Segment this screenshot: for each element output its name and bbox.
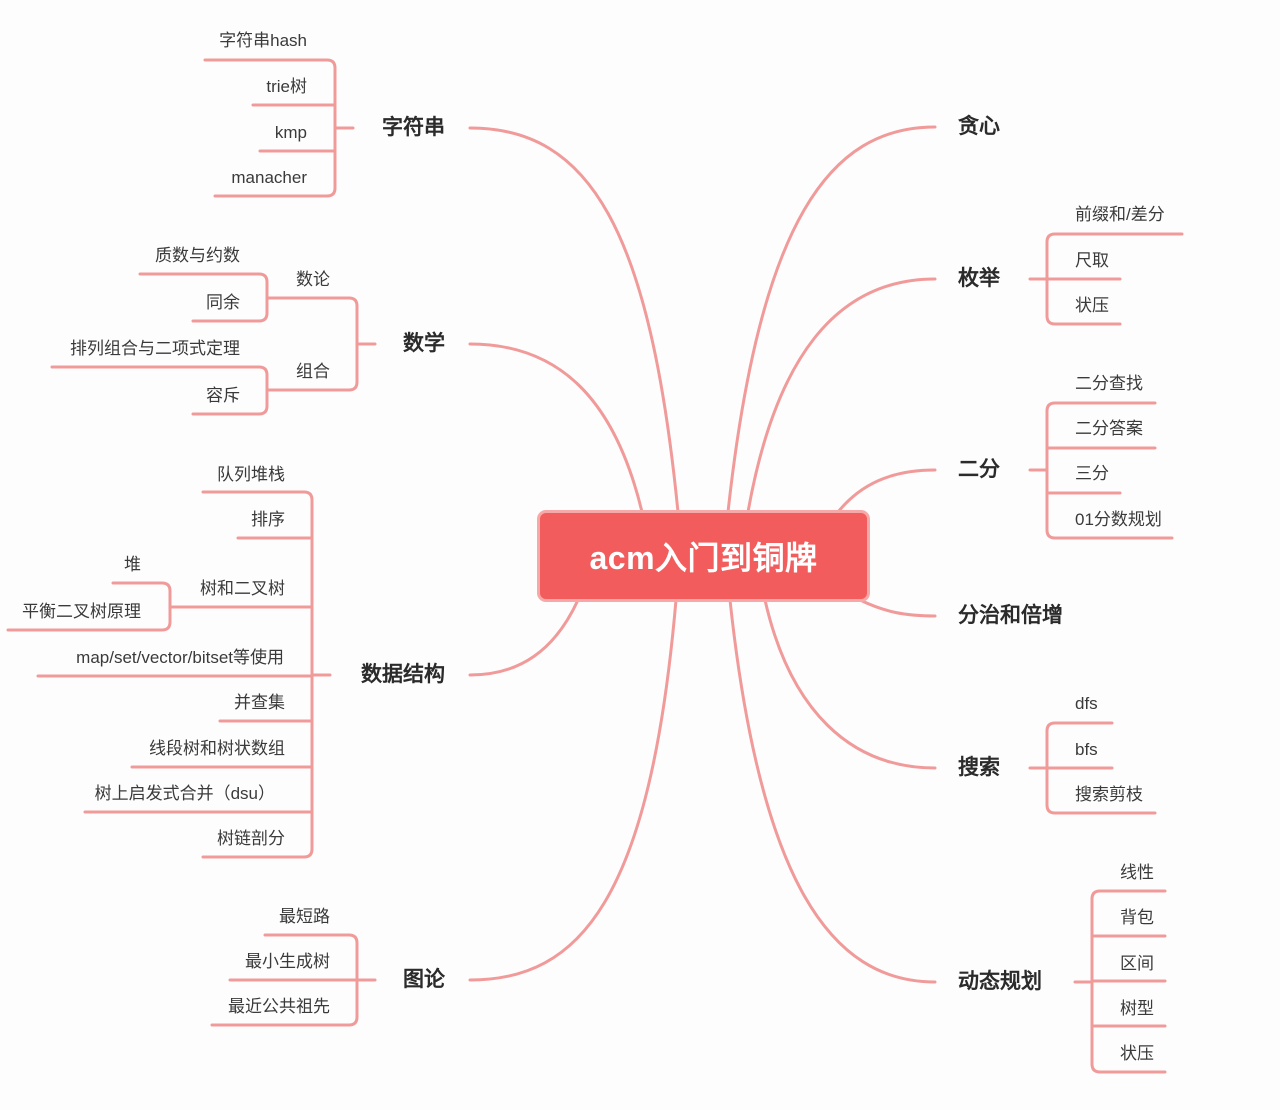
- leaf-dsu-on-tree: 树上启发式合并（dsu）: [94, 784, 275, 803]
- leaf-trie: trie树: [266, 77, 307, 96]
- leaf-heavy-light-decomposition: 树链剖分: [217, 829, 285, 848]
- leaf-two-pointers: 尺取: [1075, 251, 1109, 270]
- leaf-binary-answer: 二分答案: [1075, 419, 1143, 438]
- leaf-search-pruning: 搜索剪枝: [1075, 785, 1143, 804]
- leaf-interval-dp: 区间: [1120, 954, 1154, 973]
- subtopic-number-theory: 数论: [296, 270, 330, 289]
- leaf-sorting: 排序: [251, 510, 285, 529]
- main-topic-enumeration: 枚举: [958, 267, 1000, 290]
- mind-map: acm入门到铜牌 字符串 数学 数据结构 图论 字符串hash trie树 km…: [0, 0, 1280, 1110]
- leaf-knapsack: 背包: [1120, 908, 1154, 927]
- curve-binary-search: [836, 468, 937, 514]
- leaf-fractional-programming: 01分数规划: [1075, 510, 1162, 529]
- main-topic-data-structures: 数据结构: [361, 663, 445, 686]
- leaf-permutations-binomial: 排列组合与二项式定理: [70, 339, 240, 358]
- main-topic-divide-and-doubling: 分治和倍增: [958, 604, 1063, 627]
- leaf-union-find: 并查集: [234, 693, 285, 712]
- leaf-dfs: dfs: [1075, 694, 1098, 713]
- leaf-congruence: 同余: [206, 293, 240, 312]
- leaf-ternary-search: 三分: [1075, 464, 1109, 483]
- curve-data-structures: [468, 598, 580, 677]
- leaf-kmp: kmp: [274, 123, 307, 142]
- central-topic: acm入门到铜牌: [537, 510, 870, 602]
- main-topic-strings: 字符串: [382, 116, 445, 139]
- main-topic-search: 搜索: [958, 756, 1000, 779]
- central-topic-label: acm入门到铜牌: [589, 540, 818, 576]
- curve-search: [763, 598, 937, 770]
- subtopic-combinatorics: 组合: [296, 362, 330, 381]
- leaf-stl-usage: map/set/vector/bitset等使用: [76, 648, 284, 667]
- bracket-number-theory: [138, 272, 269, 323]
- subtopic-trees: 树和二叉树: [200, 579, 285, 598]
- leaf-queue-stack: 队列堆栈: [217, 465, 285, 484]
- main-topic-greedy: 贪心: [958, 115, 1000, 138]
- leaf-mst: 最小生成树: [245, 952, 330, 971]
- leaf-prefix-sum-difference: 前缀和/差分: [1075, 205, 1165, 224]
- leaf-bitmask: 状压: [1075, 296, 1109, 315]
- leaf-balanced-bst: 平衡二叉树原理: [22, 602, 141, 621]
- leaf-binary-search: 二分查找: [1075, 374, 1143, 393]
- leaf-manacher: manacher: [231, 168, 307, 187]
- main-topic-dynamic-programming: 动态规划: [958, 970, 1042, 993]
- leaf-string-hash: 字符串hash: [219, 31, 307, 50]
- leaf-linear-dp: 线性: [1120, 863, 1154, 882]
- curve-math: [468, 342, 644, 514]
- curve-dynamic-programming: [728, 598, 937, 984]
- leaf-segment-tree-bit: 线段树和树状数组: [149, 739, 285, 758]
- leaf-lca: 最近公共祖先: [228, 997, 330, 1016]
- leaf-bfs: bfs: [1075, 740, 1098, 759]
- leaf-inclusion-exclusion: 容斥: [206, 386, 240, 405]
- curve-enumeration: [746, 277, 937, 514]
- curve-graph-theory: [468, 598, 678, 982]
- curve-divide-and-doubling: [858, 598, 937, 618]
- leaf-tree-dp: 树型: [1120, 999, 1154, 1018]
- main-topic-binary-search: 二分: [958, 458, 1000, 481]
- main-topic-math: 数学: [403, 332, 445, 355]
- leaf-primes-and-divisors: 质数与约数: [155, 246, 240, 265]
- leaf-shortest-path: 最短路: [279, 907, 330, 926]
- leaf-bitmask-dp: 状压: [1120, 1044, 1154, 1063]
- leaf-heap: 堆: [124, 555, 141, 574]
- main-topic-graph-theory: 图论: [403, 968, 445, 991]
- curve-strings: [468, 126, 680, 514]
